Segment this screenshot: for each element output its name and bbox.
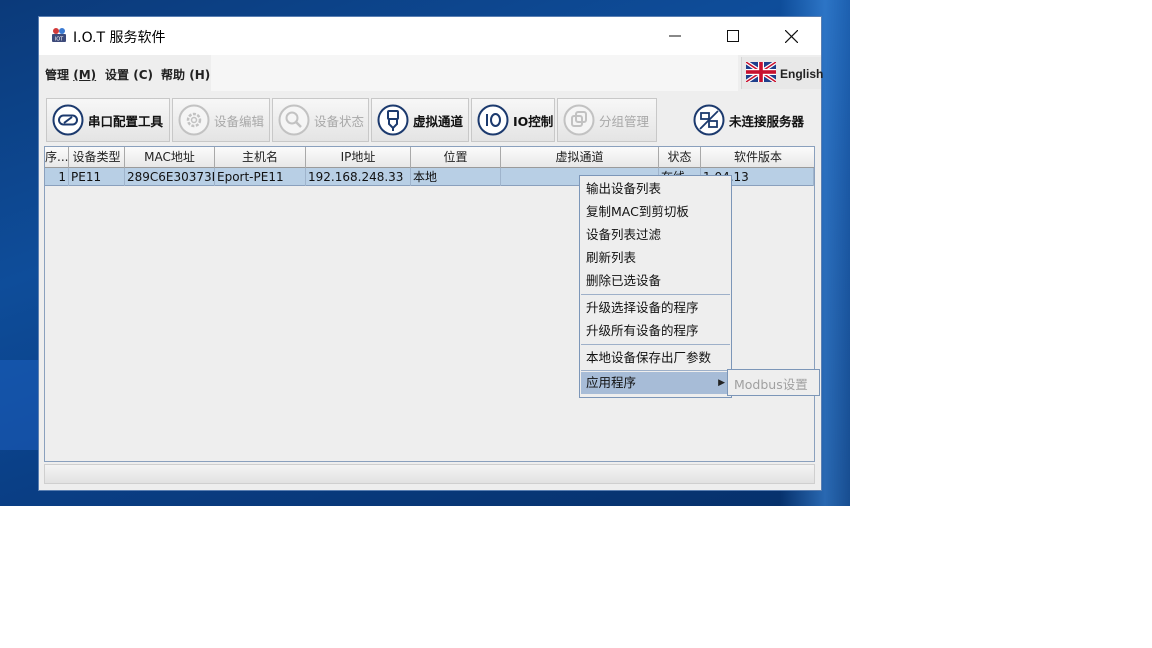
maximize-button[interactable] [710, 17, 756, 55]
menu-item-export-device-list[interactable]: 输出设备列表 [581, 178, 730, 200]
menu-item-applications-label: 应用程序 [586, 375, 637, 390]
minimize-icon [669, 35, 681, 37]
cell-device-type: PE11 [69, 168, 125, 186]
serial-config-tool-label: 串口配置工具 [88, 113, 164, 129]
menu-item-save-factory-params[interactable]: 本地设备保存出厂参数 [581, 347, 730, 369]
menu-item-delete-selected[interactable]: 删除已选设备 [581, 270, 730, 292]
table-header: 序... 设备类型 MAC地址 主机名 IP地址 位置 虚拟通道 状态 软件版本 [45, 147, 814, 168]
menu-help-label: 帮助 [161, 68, 186, 82]
language-toggle-button[interactable]: English [741, 57, 824, 89]
column-header-location[interactable]: 位置 [411, 147, 501, 168]
group-icon [563, 104, 595, 136]
io-icon [477, 104, 509, 136]
toolbar: 串口配置工具 设备编辑 设备状态 虚拟通道 IO控制 分组管理 未连接服务器 [43, 97, 817, 143]
server-status-label: 未连接服务器 [729, 113, 805, 129]
desktop-light-glow-left [0, 360, 40, 450]
menu-separator [581, 370, 730, 371]
applications-submenu: Modbus设置 [727, 369, 820, 396]
svg-text:IOT: IOT [55, 37, 64, 43]
column-header-mac[interactable]: MAC地址 [125, 147, 215, 168]
menu-item-refresh-list[interactable]: 刷新列表 [581, 247, 730, 269]
column-header-virtual-channel[interactable]: 虚拟通道 [501, 147, 659, 168]
cell-index: 1 [45, 168, 69, 186]
title-bar[interactable]: IOT I.O.T 服务软件 [39, 17, 821, 55]
cell-ip: 192.168.248.33 [306, 168, 411, 186]
usb-plug-icon [377, 104, 409, 136]
close-icon [784, 29, 798, 43]
cell-location: 本地 [411, 168, 501, 186]
submenu-arrow-icon: ▶ [718, 378, 725, 388]
column-header-status[interactable]: 状态 [659, 147, 701, 168]
minimize-button[interactable] [652, 17, 698, 55]
server-disconnected-icon [693, 104, 725, 136]
device-status-button[interactable]: 设备状态 [272, 98, 369, 142]
serial-config-tool-button[interactable]: 串口配置工具 [46, 98, 170, 142]
window-title: I.O.T 服务软件 [73, 30, 166, 46]
cell-hostname: Eport-PE11 [215, 168, 306, 186]
virtual-channel-button[interactable]: 虚拟通道 [371, 98, 469, 142]
server-connection-status[interactable]: 未连接服务器 [693, 98, 819, 142]
menu-separator [581, 344, 730, 345]
menu-item-upgrade-all[interactable]: 升级所有设备的程序 [581, 320, 730, 342]
group-management-label: 分组管理 [599, 113, 650, 129]
menu-bar: 管理 (M) 设置 (C) 帮助 (H) English [39, 55, 824, 91]
io-control-label: IO控制 [513, 113, 554, 129]
menubar-spacer [211, 55, 738, 91]
maximize-icon [727, 30, 739, 42]
uk-flag-icon [746, 62, 776, 82]
menu-settings-key: (C) [133, 68, 153, 82]
menu-manage-key: (M) [73, 68, 97, 82]
virtual-channel-label: 虚拟通道 [413, 113, 464, 129]
menu-help[interactable]: 帮助 (H) [161, 66, 210, 83]
device-status-label: 设备状态 [314, 113, 365, 129]
menu-settings-label: 设置 [105, 68, 130, 82]
menu-separator [581, 294, 730, 295]
menu-help-key: (H) [189, 68, 211, 82]
cell-mac: 289C6E30373F [127, 168, 215, 186]
menu-item-applications[interactable]: 应用程序 ▶ [581, 372, 730, 394]
serial-link-icon [52, 104, 84, 136]
submenu-item-modbus-settings[interactable]: Modbus设置 [734, 374, 808, 393]
menu-settings[interactable]: 设置 (C) [105, 66, 153, 83]
group-management-button[interactable]: 分组管理 [557, 98, 657, 142]
iot-app-icon: IOT [52, 28, 66, 43]
menu-manage-label: 管理 [45, 68, 70, 82]
language-label: English [780, 67, 824, 81]
column-header-version[interactable]: 软件版本 [701, 147, 814, 168]
close-button[interactable] [768, 17, 814, 55]
menu-item-copy-mac[interactable]: 复制MAC到剪切板 [581, 201, 730, 223]
io-control-button[interactable]: IO控制 [471, 98, 555, 142]
column-header-ip[interactable]: IP地址 [306, 147, 411, 168]
column-header-device-type[interactable]: 设备类型 [69, 147, 125, 168]
gear-icon [178, 104, 210, 136]
device-edit-label: 设备编辑 [214, 113, 265, 129]
context-menu: 输出设备列表 复制MAC到剪切板 设备列表过滤 刷新列表 删除已选设备 升级选择… [579, 175, 732, 398]
device-edit-button[interactable]: 设备编辑 [172, 98, 270, 142]
status-bar [44, 464, 815, 484]
search-status-icon [278, 104, 310, 136]
column-header-index[interactable]: 序... [45, 147, 69, 168]
column-header-hostname[interactable]: 主机名 [215, 147, 306, 168]
menu-item-filter-device-list[interactable]: 设备列表过滤 [581, 224, 730, 246]
menu-item-upgrade-selected[interactable]: 升级选择设备的程序 [581, 297, 730, 319]
menu-manage[interactable]: 管理 (M) [45, 66, 96, 83]
